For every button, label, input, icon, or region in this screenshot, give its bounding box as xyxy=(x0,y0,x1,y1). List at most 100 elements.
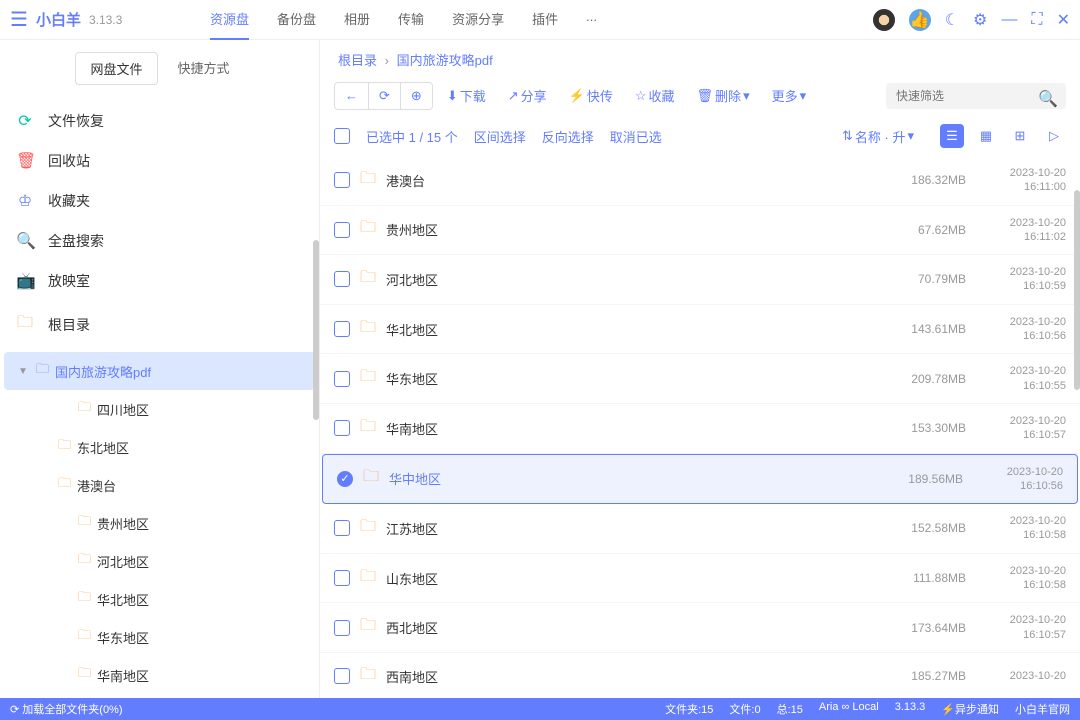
tab-plugin[interactable]: 插件 xyxy=(532,0,558,40)
row-checkbox[interactable] xyxy=(334,520,350,536)
aria-status[interactable]: Aria ∞ Local xyxy=(819,701,879,717)
file-row[interactable]: 🗀 西北地区 173.64MB 2023-10-2016:10:57 xyxy=(320,603,1080,653)
selection-count: 已选中 1 / 15 个 xyxy=(366,127,458,146)
file-row[interactable]: 🗀 山东地区 111.88MB 2023-10-2016:10:58 xyxy=(320,554,1080,604)
cancel-select[interactable]: 取消已选 xyxy=(610,127,662,146)
row-checkbox[interactable] xyxy=(334,271,350,287)
file-count: 文件:0 xyxy=(729,701,760,717)
row-checkbox[interactable] xyxy=(334,620,350,636)
fast-button[interactable]: ⚡快传 xyxy=(561,81,621,110)
avatar[interactable] xyxy=(873,9,895,31)
file-row[interactable]: 🗀 华北地区 143.61MB 2023-10-2016:10:56 xyxy=(320,305,1080,355)
view-list-icon[interactable]: ☰ xyxy=(940,124,964,148)
tree-item[interactable]: ▶🗀东北地区 xyxy=(0,428,319,466)
nav-root[interactable]: 🗀根目录 xyxy=(0,301,319,348)
nav-trash[interactable]: 🗑回收站 xyxy=(0,141,319,181)
tab-more[interactable]: ... xyxy=(586,0,597,40)
thumbs-up-icon[interactable]: 👍 xyxy=(909,9,931,31)
file-name: 江苏地区 xyxy=(386,519,866,538)
sidebar-scrollbar[interactable] xyxy=(313,240,319,420)
tree-item[interactable]: ▶🗀华东地区 xyxy=(0,618,319,656)
tab-share[interactable]: 资源分享 xyxy=(452,0,504,40)
folder-icon: 🗀 xyxy=(360,266,376,293)
star-icon: ♔ xyxy=(16,191,34,211)
refresh-button[interactable]: ⟳ xyxy=(368,83,400,109)
tree-item[interactable]: ▶🗀华北地区 xyxy=(0,580,319,618)
row-checkbox[interactable] xyxy=(334,172,350,188)
row-checkbox[interactable] xyxy=(334,371,350,387)
tree-item[interactable]: ▶🗀四川地区 xyxy=(0,390,319,428)
tree-item[interactable]: ▶🗀华南地区 xyxy=(0,656,319,694)
file-date: 2023-10-20 xyxy=(976,669,1066,683)
share-button[interactable]: ↗分享 xyxy=(500,81,555,110)
favorite-button[interactable]: ☆收藏 xyxy=(627,81,683,110)
moon-icon[interactable]: ☾ xyxy=(945,10,959,30)
target-button[interactable]: ⊕ xyxy=(400,83,432,109)
file-date: 2023-10-2016:10:55 xyxy=(976,364,1066,393)
official-site-link[interactable]: 小白羊官网 xyxy=(1015,701,1070,717)
search-icon[interactable]: 🔍 xyxy=(1038,89,1058,109)
range-select[interactable]: 区间选择 xyxy=(474,127,526,146)
trash-icon: 🗑 xyxy=(16,151,34,171)
select-all-checkbox[interactable] xyxy=(334,128,350,144)
file-date: 2023-10-2016:11:02 xyxy=(976,216,1066,245)
tab-transfer[interactable]: 传输 xyxy=(398,0,424,40)
app-name: 小白羊 xyxy=(36,9,81,30)
notification-link[interactable]: ⚡异步通知 xyxy=(941,701,999,717)
invert-select[interactable]: 反向选择 xyxy=(542,127,594,146)
file-row[interactable]: 🗀 港澳台 186.32MB 2023-10-2016:11:00 xyxy=(320,156,1080,206)
tree-item-current[interactable]: ▼ 🗀 国内旅游攻略pdf xyxy=(4,352,315,390)
file-row[interactable]: 🗀 西南地区 185.27MB 2023-10-20 xyxy=(320,653,1080,698)
file-row[interactable]: 🗀 河北地区 70.79MB 2023-10-2016:10:59 xyxy=(320,255,1080,305)
row-checkbox[interactable] xyxy=(334,668,350,684)
folder-icon: 🗀 xyxy=(360,663,376,690)
subtab-shortcuts[interactable]: 快捷方式 xyxy=(164,52,244,85)
sort-button[interactable]: ⇅名称 · 升 ▾ xyxy=(842,127,914,146)
breadcrumb-current[interactable]: 国内旅游攻略pdf xyxy=(397,53,493,68)
breadcrumb-root[interactable]: 根目录 xyxy=(338,53,377,68)
total-count: 总:15 xyxy=(777,701,803,717)
tree-item[interactable]: ▶🗀贵州地区 xyxy=(0,504,319,542)
folder-icon: 🗀 xyxy=(58,474,71,496)
tab-resource[interactable]: 资源盘 xyxy=(210,0,249,40)
row-checkbox[interactable] xyxy=(334,420,350,436)
row-checkbox[interactable] xyxy=(334,570,350,586)
file-row[interactable]: 🗀 江苏地区 152.58MB 2023-10-2016:10:58 xyxy=(320,504,1080,554)
tab-backup[interactable]: 备份盘 xyxy=(277,0,316,40)
nav-favorites[interactable]: ♔收藏夹 xyxy=(0,181,319,221)
file-row[interactable]: ✓ 🗀 华中地区 189.56MB 2023-10-2016:10:56 xyxy=(322,454,1078,505)
folder-icon: 🗀 xyxy=(78,664,91,686)
close-button[interactable]: ✕ xyxy=(1057,10,1070,30)
nav-restore[interactable]: ⟳文件恢复 xyxy=(0,101,319,141)
more-button[interactable]: 更多 ▾ xyxy=(764,81,815,110)
nav-search[interactable]: 🔍全盘搜索 xyxy=(0,221,319,261)
view-play-icon[interactable]: ▷ xyxy=(1042,124,1066,148)
file-row[interactable]: 🗀 华南地区 153.30MB 2023-10-2016:10:57 xyxy=(320,404,1080,454)
maximize-button[interactable]: ⛶ xyxy=(1031,11,1042,29)
back-button[interactable]: ← xyxy=(335,83,368,109)
chevron-down-icon[interactable]: ▼ xyxy=(18,366,30,377)
app-logo-icon: ☰ xyxy=(10,7,28,32)
main-panel: 根目录 › 国内旅游攻略pdf ← ⟳ ⊕ ⬇下载 ↗分享 ⚡快传 ☆收藏 🗑删… xyxy=(320,40,1080,698)
gear-icon[interactable]: ⚙ xyxy=(973,10,987,30)
row-checkbox[interactable] xyxy=(334,321,350,337)
load-status: ⟳ 加载全部文件夹(0%) xyxy=(10,701,123,717)
file-row[interactable]: 🗀 华东地区 209.78MB 2023-10-2016:10:55 xyxy=(320,354,1080,404)
main-scrollbar[interactable] xyxy=(1074,190,1080,390)
nav-theater[interactable]: 📺放映室 xyxy=(0,261,319,301)
subtab-files[interactable]: 网盘文件 xyxy=(75,52,157,85)
row-checkbox[interactable] xyxy=(334,222,350,238)
download-button[interactable]: ⬇下载 xyxy=(439,81,494,110)
tab-album[interactable]: 相册 xyxy=(344,0,370,40)
tree-item[interactable]: ▶🗀河北地区 xyxy=(0,542,319,580)
file-row[interactable]: 🗀 贵州地区 67.62MB 2023-10-2016:11:02 xyxy=(320,206,1080,256)
delete-button[interactable]: 🗑删除 ▾ xyxy=(689,81,758,110)
view-large-icon[interactable]: ⊞ xyxy=(1008,124,1032,148)
footer-version: 3.13.3 xyxy=(895,701,926,717)
minimize-button[interactable]: — xyxy=(1001,11,1017,29)
row-checkbox[interactable]: ✓ xyxy=(337,471,353,487)
file-size: 189.56MB xyxy=(873,472,963,486)
view-grid-icon[interactable]: ▦ xyxy=(974,124,998,148)
tree-item[interactable]: ▶🗀港澳台 xyxy=(0,466,319,504)
file-size: 70.79MB xyxy=(876,272,966,286)
